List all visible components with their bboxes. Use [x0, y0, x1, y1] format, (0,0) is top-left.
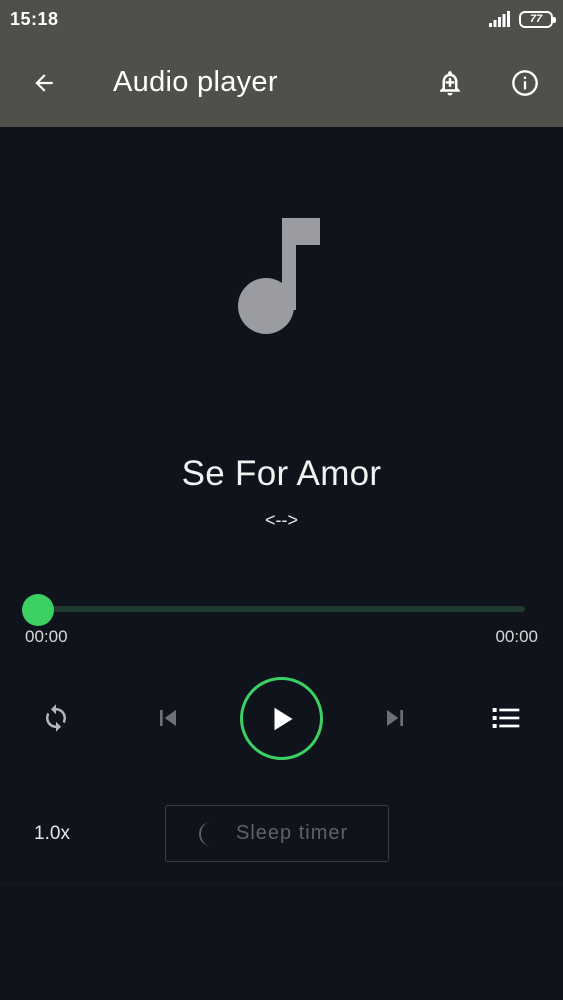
track-title: Se For Amor: [181, 454, 382, 493]
battery-icon: 77: [519, 10, 556, 28]
play-icon: [274, 707, 292, 730]
audio-player-screen: 15:18 77 Audio player Se For Amor <--> 0…: [0, 0, 563, 1000]
skip-previous-icon: [160, 710, 176, 726]
seek-bar[interactable]: [38, 606, 525, 612]
music-note-icon: [238, 218, 320, 334]
seek-thumb[interactable]: [22, 594, 54, 626]
previous-track-button[interactable]: [148, 698, 188, 738]
info-icon: [512, 70, 538, 96]
total-time: 00:00: [495, 627, 538, 646]
sleep-timer-label: Sleep timer: [236, 822, 349, 844]
play-button[interactable]: [240, 677, 323, 760]
battery-level: 77: [529, 13, 543, 25]
page-title: Audio player: [113, 66, 278, 98]
track-artist: <-->: [264, 510, 298, 530]
repeat-icon: [46, 704, 66, 732]
signal-icon: [489, 11, 510, 27]
moon-icon: [199, 821, 211, 846]
skip-next-icon: [387, 710, 403, 726]
current-time: 00:00: [25, 627, 68, 646]
status-bar: 15:18 77: [0, 0, 563, 40]
toolbar: Audio player: [0, 40, 563, 127]
info-button[interactable]: [505, 63, 545, 103]
repeat-button[interactable]: [36, 698, 76, 738]
next-track-button[interactable]: [375, 698, 415, 738]
back-arrow-icon: [35, 74, 53, 92]
alarm-add-icon: [440, 71, 460, 96]
back-button[interactable]: [24, 63, 64, 103]
status-icons: 77: [489, 9, 556, 29]
sleep-timer-button[interactable]: Sleep timer: [165, 805, 389, 862]
status-time: 15:18: [10, 9, 59, 29]
divider: [0, 884, 563, 885]
playlist-button[interactable]: [486, 698, 526, 738]
playlist-icon: [492, 708, 520, 728]
add-alarm-button[interactable]: [430, 63, 470, 103]
playback-speed-button[interactable]: 1.0x: [22, 814, 82, 854]
